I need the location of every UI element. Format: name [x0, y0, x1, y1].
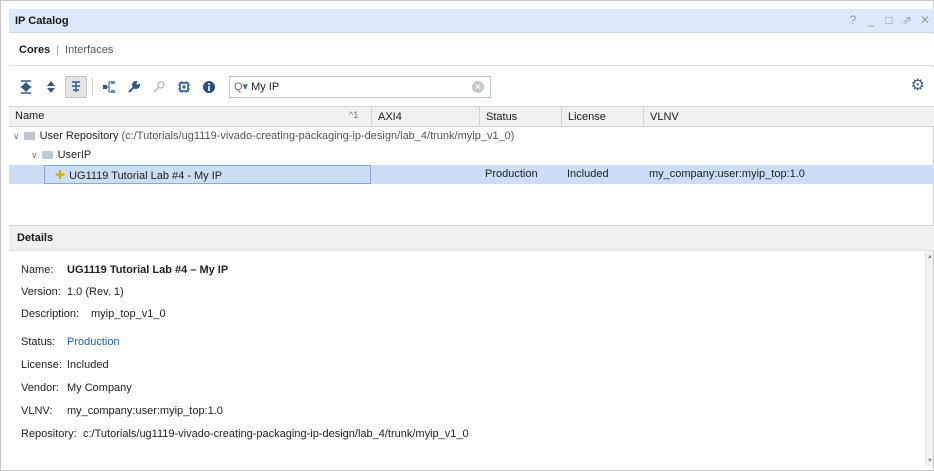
detail-name-value: UG1119 Tutorial Lab #4 – My IP — [67, 264, 229, 276]
tab-cores[interactable]: Cores — [19, 44, 50, 56]
details-scrollbar[interactable]: ▲ ▼ — [925, 252, 933, 466]
repository-row[interactable]: ∨ User Repository (c:/Tutorials/ug1119-vi… — [9, 127, 934, 146]
ip-table: Name ^1 AXI4 Status License VLNV ∨ User R… — [9, 107, 934, 184]
help-icon[interactable]: ? — [847, 13, 859, 27]
search-icon: Q▾ — [234, 81, 249, 93]
sub-tabs: Cores | Interfaces — [9, 34, 934, 66]
window-title: IP Catalog — [15, 14, 69, 27]
minimize-icon[interactable]: _ — [865, 13, 877, 27]
details-panel: Name: UG1119 Tutorial Lab #4 – My IP Ver… — [9, 252, 927, 466]
tab-separator: | — [56, 43, 60, 56]
wrench-icon[interactable] — [123, 76, 145, 98]
ip-vlnv: my_company:user:myip_top:1.0 — [649, 168, 805, 180]
detail-repository: Repository: c:/Tutorials/ug1119-vivado-c… — [21, 428, 469, 440]
detail-repository-value: c:/Tutorials/ug1119-vivado-creating-pack… — [83, 428, 469, 440]
folder-icon — [23, 132, 35, 140]
chevron-down-icon[interactable]: ∨ — [13, 131, 20, 141]
detail-description: Description: myip_top_v1_0 — [21, 308, 166, 320]
sort-indicator: ^1 — [349, 110, 359, 120]
detail-version-value: 1.0 (Rev. 1) — [67, 286, 124, 298]
table-header: Name ^1 AXI4 Status License VLNV — [9, 107, 934, 127]
detail-vendor-value: My Company — [67, 382, 132, 394]
detail-vendor-label: Vendor: — [21, 382, 59, 394]
detail-repository-label: Repository: — [21, 428, 77, 440]
scroll-up-icon[interactable]: ▲ — [927, 254, 933, 260]
ip-catalog-window: IP Catalog ? _ □ ⇗ ✕ Cores | Interfaces — [0, 0, 934, 471]
group-label: UserIP — [57, 149, 92, 161]
group-row[interactable]: ∨ UserIP — [9, 146, 934, 165]
column-license[interactable]: License — [561, 107, 606, 127]
detail-status-value[interactable]: Production — [67, 336, 120, 348]
group-icon[interactable] — [65, 75, 87, 98]
window-controls: ? _ □ ⇗ ✕ — [847, 13, 931, 27]
search-input[interactable] — [251, 80, 452, 93]
clear-search-icon[interactable]: ✕ — [472, 80, 484, 93]
expand-all-icon[interactable] — [40, 76, 62, 98]
float-icon[interactable]: ⇗ — [901, 13, 913, 27]
toolbar-divider — [92, 77, 93, 96]
detail-license-label: License: — [21, 359, 62, 371]
detail-name: Name: UG1119 Tutorial Lab #4 – My IP — [21, 264, 228, 276]
detail-description-label: Description: — [21, 308, 80, 320]
detail-vlnv-label: VLNV: — [21, 405, 53, 417]
chevron-down-icon[interactable]: ∨ — [31, 150, 38, 160]
repository-label: User Repository — [39, 130, 119, 142]
ip-name: UG1119 Tutorial Lab #4 - My IP — [69, 170, 223, 182]
details-header: Details — [9, 225, 934, 251]
search-field[interactable]: Q▾ ✕ — [229, 75, 491, 98]
detail-vendor: Vendor: My Company — [21, 382, 132, 394]
close-icon[interactable]: ✕ — [919, 13, 931, 27]
detail-name-label: Name: — [21, 264, 54, 276]
chip-icon[interactable] — [173, 76, 195, 98]
key-icon[interactable] — [148, 76, 170, 98]
detail-status: Status: Production — [21, 336, 120, 348]
scroll-down-icon[interactable]: ▼ — [927, 458, 933, 464]
ip-status: Production — [485, 168, 538, 180]
column-status[interactable]: Status — [479, 107, 517, 127]
column-vlnv[interactable]: VLNV — [643, 107, 679, 127]
detail-version-label: Version: — [21, 286, 61, 298]
ip-license: Included — [567, 168, 609, 180]
detail-vlnv-value: my_company:user:myip_top:1.0 — [67, 405, 223, 417]
hierarchy-icon[interactable] — [98, 76, 120, 98]
detail-description-value: myip_top_v1_0 — [91, 308, 166, 320]
settings-icon[interactable]: ⚙ — [911, 77, 925, 95]
collapse-all-icon[interactable] — [15, 76, 37, 98]
ip-core-icon: ✚ — [55, 168, 66, 182]
detail-license: License: Included — [21, 359, 109, 371]
column-name[interactable]: Name — [15, 110, 44, 122]
column-axi4[interactable]: AXI4 — [371, 107, 402, 127]
folder-icon — [41, 151, 53, 159]
repository-path: (c:/Tutorials/ug1119-vivado-creating-pac… — [121, 130, 515, 142]
tab-interfaces[interactable]: Interfaces — [65, 44, 113, 56]
toolbar: Q▾ ✕ ⚙ — [9, 67, 934, 107]
detail-version: Version: 1.0 (Rev. 1) — [21, 286, 124, 298]
detail-license-value: Included — [67, 359, 109, 371]
title-bar: IP Catalog ? _ □ ⇗ ✕ — [9, 9, 934, 33]
info-icon[interactable] — [198, 76, 220, 98]
detail-status-label: Status: — [21, 336, 56, 348]
table-row[interactable]: ✚ UG1119 Tutorial Lab #4 - My IP Producti… — [9, 165, 934, 184]
detail-vlnv: VLNV: my_company:user:myip_top:1.0 — [21, 405, 223, 417]
maximize-icon[interactable]: □ — [883, 13, 895, 27]
